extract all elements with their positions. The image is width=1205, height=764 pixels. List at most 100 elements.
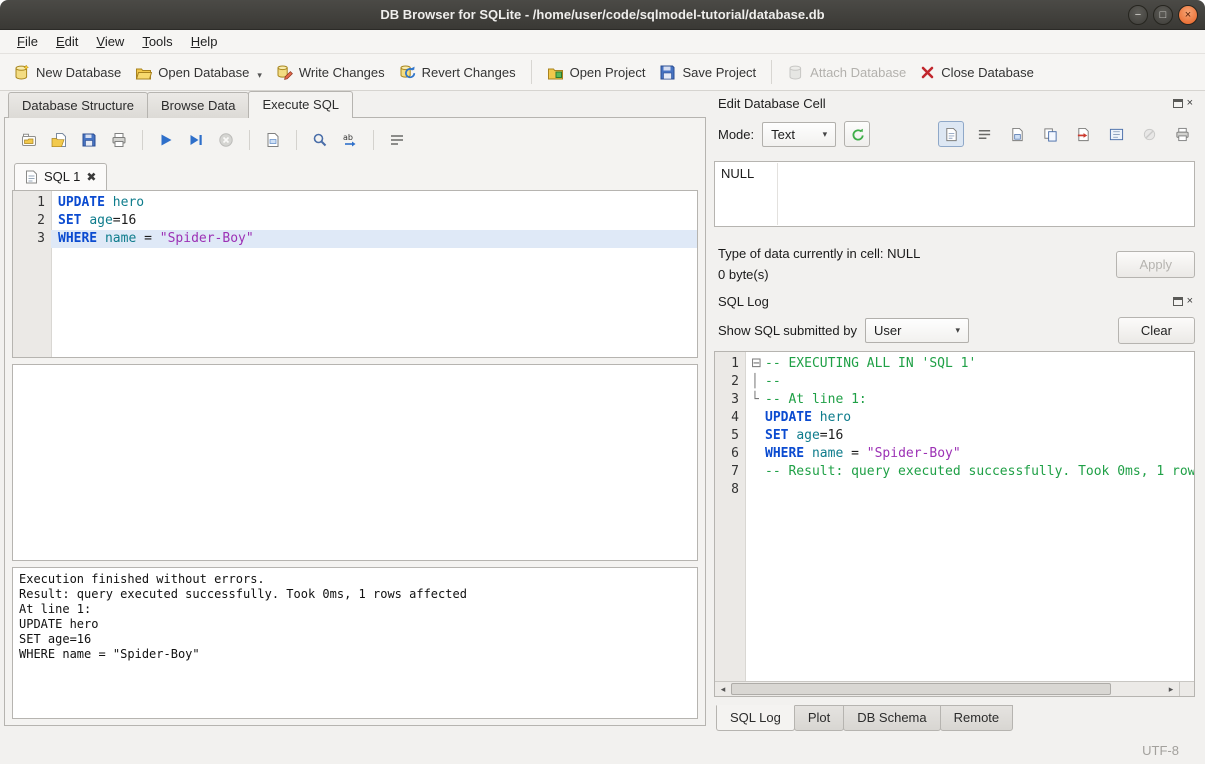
- copy-cell-icon[interactable]: [1037, 121, 1063, 147]
- print-cell-icon[interactable]: [1169, 121, 1195, 147]
- tab-execute-sql[interactable]: Execute SQL: [248, 91, 353, 118]
- find-replace-icon[interactable]: ab: [337, 127, 363, 153]
- apply-button[interactable]: Apply: [1116, 251, 1195, 278]
- execution-message[interactable]: Execution finished without errors. Resul…: [12, 567, 698, 719]
- save-project-button[interactable]: Save Project: [652, 59, 763, 86]
- sql-tab-close-icon[interactable]: ✖: [86, 170, 96, 184]
- text-mode-icon[interactable]: [938, 121, 964, 147]
- open-database-icon: [135, 64, 152, 81]
- results-grid[interactable]: [12, 364, 698, 561]
- import-cell-icon[interactable]: [1070, 121, 1096, 147]
- app-window: DB Browser for SQLite - /home/user/code/…: [0, 0, 1205, 764]
- code-line[interactable]: 6WHERE name = "Spider-Boy": [715, 445, 1194, 463]
- scroll-right-icon[interactable]: ▸: [1163, 682, 1179, 696]
- mode-select[interactable]: Text ▾: [762, 122, 836, 147]
- code-line[interactable]: 3WHERE name = "Spider-Boy": [13, 230, 697, 248]
- sql-tab-bar: SQL 1 ✖: [12, 162, 698, 190]
- code-token: -- Result: query executed successfully. …: [765, 464, 1194, 479]
- code-line[interactable]: 2SET age=16: [13, 212, 697, 230]
- code-token: -- EXECUTING ALL IN 'SQL 1': [765, 356, 976, 371]
- set-null-icon[interactable]: [1136, 121, 1162, 147]
- tab-browse-data[interactable]: Browse Data: [147, 92, 249, 118]
- maximize-icon[interactable]: □: [1153, 5, 1173, 25]
- scrollbar-track[interactable]: [731, 682, 1163, 696]
- menu-view[interactable]: View: [87, 31, 133, 52]
- open-database-dropdown-icon[interactable]: ▾: [257, 70, 262, 81]
- word-wrap-icon[interactable]: [384, 127, 410, 153]
- open-sql-file-icon[interactable]: [46, 127, 72, 153]
- auto-mode-icon[interactable]: [844, 121, 870, 147]
- print-sql-icon[interactable]: [106, 127, 132, 153]
- open-sql-tab-icon[interactable]: [16, 127, 42, 153]
- line-number: 1: [13, 194, 51, 212]
- toolbar-separator: [373, 130, 374, 150]
- execute-all-icon[interactable]: [153, 127, 179, 153]
- save-cell-icon[interactable]: [1004, 121, 1030, 147]
- submitted-by-select[interactable]: User ▾: [865, 318, 969, 343]
- tab-sql-log[interactable]: SQL Log: [716, 705, 795, 731]
- menu-help[interactable]: Help: [182, 31, 227, 52]
- close-database-button[interactable]: Close Database: [913, 60, 1041, 85]
- scrollbar-thumb[interactable]: [731, 683, 1111, 695]
- tab-remote[interactable]: Remote: [940, 705, 1014, 731]
- code-line[interactable]: 3└-- At line 1:: [715, 391, 1194, 409]
- minimize-icon[interactable]: −: [1128, 5, 1148, 25]
- export-cell-icon[interactable]: [1103, 121, 1129, 147]
- cell-mode-row: Mode: Text ▾: [714, 119, 1195, 149]
- window-controls: − □ ×: [1128, 5, 1198, 25]
- close-panel-icon[interactable]: ×: [1187, 296, 1193, 306]
- float-panel-icon[interactable]: [1173, 99, 1183, 108]
- code-line[interactable]: 8: [715, 481, 1194, 499]
- write-changes-button[interactable]: Write Changes: [269, 59, 392, 86]
- code-line[interactable]: 5SET age=16: [715, 427, 1194, 445]
- word-wrap-cell-icon[interactable]: [971, 121, 997, 147]
- new-database-button[interactable]: New Database: [6, 59, 128, 86]
- mode-value: Text: [771, 127, 795, 142]
- attach-database-button[interactable]: Attach Database: [780, 59, 913, 86]
- sql-tab[interactable]: SQL 1 ✖: [14, 163, 107, 190]
- stop-execution-icon[interactable]: [213, 127, 239, 153]
- code-token: name: [105, 231, 136, 246]
- code-line[interactable]: 2│--: [715, 373, 1194, 391]
- tab-db-schema[interactable]: DB Schema: [843, 705, 940, 731]
- save-results-icon[interactable]: [260, 127, 286, 153]
- code-token: UPDATE: [58, 195, 105, 210]
- encoding-indicator[interactable]: UTF-8: [1142, 743, 1179, 758]
- open-database-button[interactable]: Open Database ▾: [128, 59, 269, 86]
- main-content: Database Structure Browse Data Execute S…: [0, 91, 1205, 737]
- horizontal-scrollbar[interactable]: ◂ ▸: [715, 681, 1194, 696]
- menu-tools[interactable]: Tools: [133, 31, 181, 52]
- revert-changes-button[interactable]: Revert Changes: [392, 59, 523, 86]
- save-sql-file-icon[interactable]: [76, 127, 102, 153]
- code-token: name: [812, 446, 843, 461]
- code-line[interactable]: 1⊟-- EXECUTING ALL IN 'SQL 1': [715, 355, 1194, 373]
- code-line[interactable]: 1UPDATE hero: [13, 194, 697, 212]
- close-window-icon[interactable]: ×: [1178, 5, 1198, 25]
- code-line[interactable]: 7-- Result: query executed successfully.…: [715, 463, 1194, 481]
- toolbar-separator: [249, 130, 250, 150]
- cell-margin-line: [777, 163, 778, 225]
- sql-code-editor[interactable]: 1UPDATE hero2SET age=163WHERE name = "Sp…: [12, 190, 698, 358]
- open-project-button[interactable]: Open Project: [540, 59, 653, 86]
- line-content: SET age=16: [745, 427, 1194, 445]
- attach-database-icon: [787, 64, 804, 81]
- float-panel-icon[interactable]: [1173, 297, 1183, 306]
- menu-file[interactable]: File: [8, 31, 47, 52]
- find-icon[interactable]: [307, 127, 333, 153]
- sql-log-view[interactable]: 1⊟-- EXECUTING ALL IN 'SQL 1'2│--3└-- At…: [715, 352, 1194, 681]
- line-number: 3: [13, 230, 51, 248]
- cell-info-row: Type of data currently in cell: NULL 0 b…: [714, 239, 1195, 289]
- scroll-left-icon[interactable]: ◂: [715, 682, 731, 696]
- open-project-icon: [547, 64, 564, 81]
- title-bar[interactable]: DB Browser for SQLite - /home/user/code/…: [0, 0, 1205, 30]
- clear-button[interactable]: Clear: [1118, 317, 1195, 344]
- svg-text:ab: ab: [343, 133, 353, 142]
- code-token: age: [89, 213, 112, 228]
- tab-plot[interactable]: Plot: [794, 705, 844, 731]
- code-line[interactable]: 4UPDATE hero: [715, 409, 1194, 427]
- execute-line-icon[interactable]: [183, 127, 209, 153]
- close-panel-icon[interactable]: ×: [1187, 98, 1193, 108]
- menu-edit[interactable]: Edit: [47, 31, 87, 52]
- tab-database-structure[interactable]: Database Structure: [8, 92, 148, 118]
- cell-editor[interactable]: NULL: [714, 161, 1195, 227]
